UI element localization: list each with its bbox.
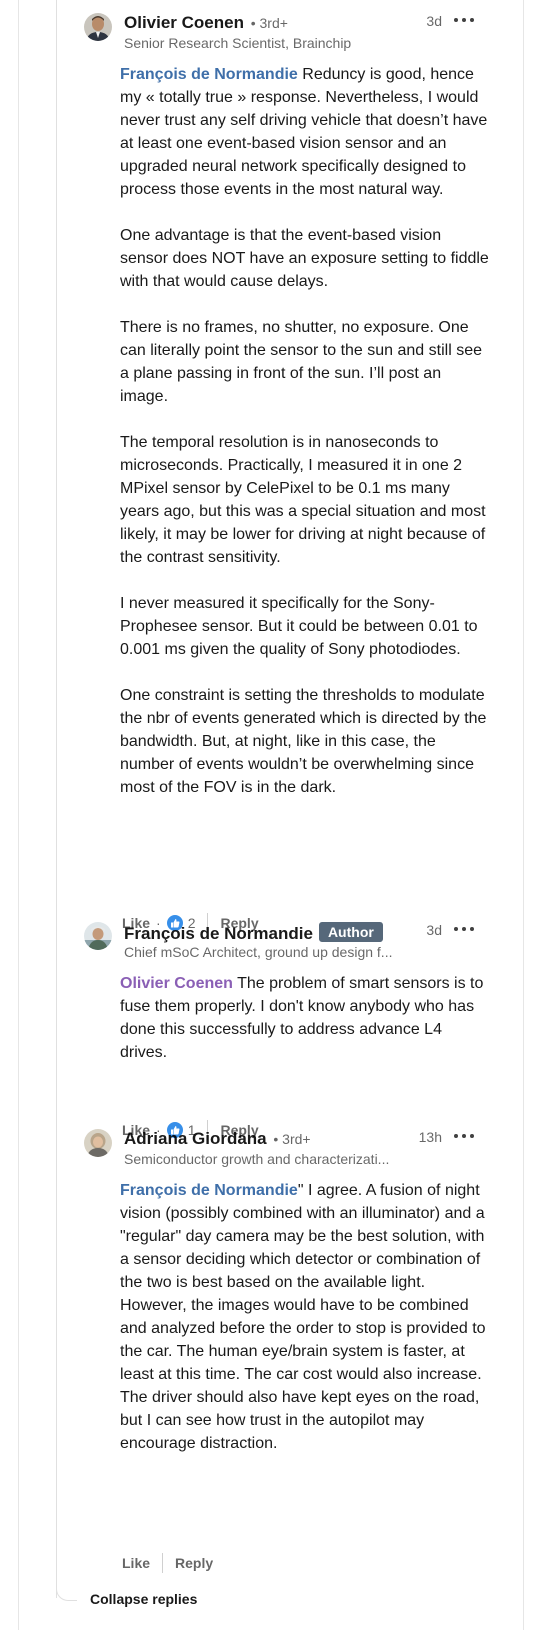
reply-thread-curve — [56, 1588, 77, 1601]
comment-timestamp: 3d — [426, 13, 442, 29]
author-badge: Author — [318, 922, 383, 942]
author-name[interactable]: Olivier Coenen • 3rd+ — [124, 13, 288, 33]
avatar[interactable] — [84, 13, 112, 41]
author-name[interactable]: Adriana Giordana • 3rd+ — [124, 1129, 311, 1149]
comment-adriana-giordana: Adriana Giordana • 3rd+ Semiconductor gr… — [84, 1126, 504, 1573]
more-options-icon[interactable] — [454, 10, 474, 30]
comment-text: François de Normandie Reduncy is good, h… — [120, 66, 489, 796]
connection-degree: • 3rd+ — [273, 1131, 311, 1147]
mention-link[interactable]: Olivier Coenen — [120, 975, 233, 992]
author-headline: Chief mSoC Architect, ground up design f… — [124, 944, 393, 960]
actions-divider — [162, 1553, 164, 1573]
comment-timestamp: 13h — [418, 1129, 442, 1145]
comment-olivier-coenen: Olivier Coenen • 3rd+ Senior Research Sc… — [84, 10, 504, 933]
comment-text: Olivier Coenen The problem of smart sens… — [120, 975, 484, 1061]
mention-link[interactable]: François de Normandie — [120, 1182, 298, 1199]
more-options-icon[interactable] — [454, 1126, 474, 1146]
connection-degree: • 3rd+ — [250, 15, 288, 31]
reply-button[interactable]: Reply — [175, 1555, 213, 1571]
mention-link[interactable]: François de Normandie — [120, 66, 298, 83]
comment-timestamp: 3d — [426, 922, 442, 938]
avatar[interactable] — [84, 1129, 112, 1157]
more-options-icon[interactable] — [454, 919, 474, 939]
collapse-replies-button[interactable]: Collapse replies — [90, 1591, 197, 1607]
like-button[interactable]: Like — [122, 1555, 150, 1571]
author-headline: Semiconductor growth and characterizati.… — [124, 1151, 390, 1167]
avatar[interactable] — [84, 922, 112, 950]
feed-card-right-border — [523, 0, 524, 1630]
author-name[interactable]: François de Normandie Author — [124, 922, 383, 944]
feed-card-left-border — [18, 0, 19, 1630]
comment-text: François de Normandie" I agree. A fusion… — [120, 1182, 486, 1452]
author-headline: Senior Research Scientist, Brainchip — [124, 35, 352, 51]
comment-francois-de-normandie: François de Normandie Author Chief mSoC A… — [84, 919, 504, 1140]
comment-actions: Like Reply — [122, 1553, 213, 1573]
reply-thread-line — [56, 0, 57, 1598]
